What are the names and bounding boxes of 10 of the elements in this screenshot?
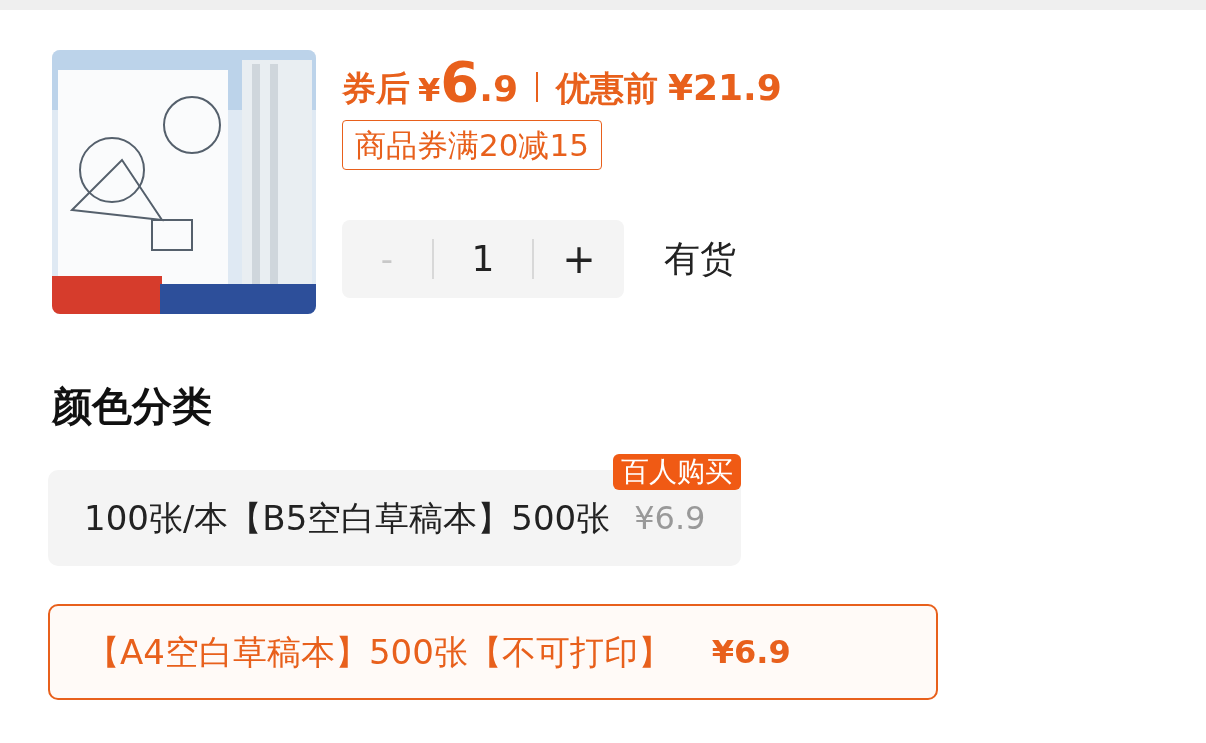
- stock-status: 有货: [664, 237, 736, 281]
- original-price: ¥21.9: [667, 66, 782, 110]
- price-label: 券后: [342, 67, 410, 110]
- popularity-badge: 百人购买: [613, 454, 742, 490]
- sale-price: ¥6.9: [418, 54, 518, 110]
- quantity-value[interactable]: 1: [434, 232, 532, 286]
- increase-button[interactable]: +: [534, 220, 624, 298]
- original-price-label: 优惠前: [555, 67, 658, 110]
- coupon-tag: 商品券满20减15: [342, 120, 602, 170]
- section-title: 颜色分类: [52, 382, 213, 431]
